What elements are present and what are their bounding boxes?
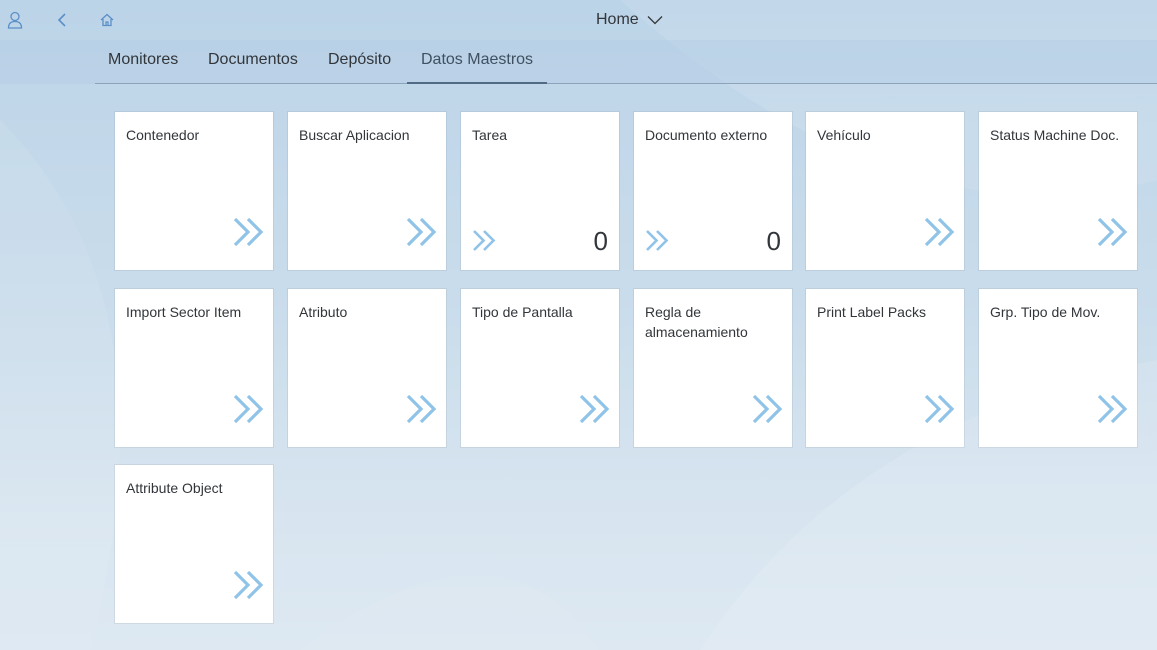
double-chevron-right-icon: [1097, 217, 1128, 247]
double-chevron-right-icon: [233, 394, 264, 424]
tile-print-label-packs[interactable]: Print Label Packs: [806, 289, 964, 447]
tile-title: Attribute Object: [126, 480, 223, 496]
tile-grp-tipo-de-mov[interactable]: Grp. Tipo de Mov.: [979, 289, 1137, 447]
tile-count: 0: [766, 226, 781, 256]
double-chevron-right-icon: [646, 230, 669, 251]
tile-attribute-object[interactable]: Attribute Object: [115, 465, 273, 623]
tile-import-sector-item[interactable]: Import Sector Item: [115, 289, 273, 447]
page-title: Home: [596, 11, 639, 28]
tile-title: Grp. Tipo de Mov.: [990, 304, 1101, 320]
back-icon[interactable]: [51, 8, 75, 32]
double-chevron-right-icon: [233, 570, 264, 600]
tile-title: Atributo: [299, 304, 348, 320]
tile-contenedor[interactable]: Contenedor: [115, 112, 273, 270]
double-chevron-right-icon: [406, 217, 437, 247]
tile-title: Buscar Aplicacion: [299, 127, 410, 143]
tile-count: 0: [593, 226, 608, 256]
double-chevron-right-icon: [1097, 394, 1128, 424]
tile-title: Vehículo: [817, 127, 871, 143]
tile-title: Import Sector Item: [126, 304, 242, 320]
double-chevron-right-icon: [924, 394, 955, 424]
tile-title: Contenedor: [126, 127, 200, 143]
tile-documento-externo[interactable]: Documento externo 0: [634, 112, 792, 270]
tile-vehiculo[interactable]: Vehículo: [806, 112, 964, 270]
anchor-divider: [95, 83, 1157, 84]
chevron-down-icon: [647, 16, 663, 25]
tile-title: Print Label Packs: [817, 304, 926, 320]
tile-tipo-de-pantalla[interactable]: Tipo de Pantalla: [461, 289, 619, 447]
tab-monitores[interactable]: Monitores: [108, 51, 178, 69]
double-chevron-right-icon: [752, 394, 783, 424]
tab-datos-maestros[interactable]: Datos Maestros: [421, 51, 533, 69]
selected-tab-indicator: [407, 82, 547, 84]
double-chevron-right-icon: [233, 217, 264, 247]
tile-title: Status Machine Doc.: [990, 127, 1120, 143]
user-icon[interactable]: [3, 8, 27, 32]
tile-regla-de-almacenamiento[interactable]: Regla de almacenamiento: [634, 289, 792, 447]
double-chevron-right-icon: [579, 394, 610, 424]
tile-title: Documento externo: [645, 127, 768, 143]
shell-header: Home: [0, 0, 1157, 40]
tile-buscar-aplicacion[interactable]: Buscar Aplicacion: [288, 112, 446, 270]
tile-title: Regla de almacenamiento: [645, 304, 748, 340]
home-icon[interactable]: [95, 8, 119, 32]
tab-deposito[interactable]: Depósito: [328, 51, 391, 69]
tile-tarea[interactable]: Tarea 0: [461, 112, 619, 270]
double-chevron-right-icon: [406, 394, 437, 424]
tile-status-machine-doc[interactable]: Status Machine Doc.: [979, 112, 1137, 270]
tab-documentos[interactable]: Documentos: [208, 51, 298, 69]
tile-atributo[interactable]: Atributo: [288, 289, 446, 447]
tile-title: Tarea: [472, 127, 508, 143]
double-chevron-right-icon: [473, 230, 496, 251]
tile-title: Tipo de Pantalla: [472, 304, 573, 320]
page-title-menu[interactable]: Home: [596, 11, 663, 29]
double-chevron-right-icon: [924, 217, 955, 247]
